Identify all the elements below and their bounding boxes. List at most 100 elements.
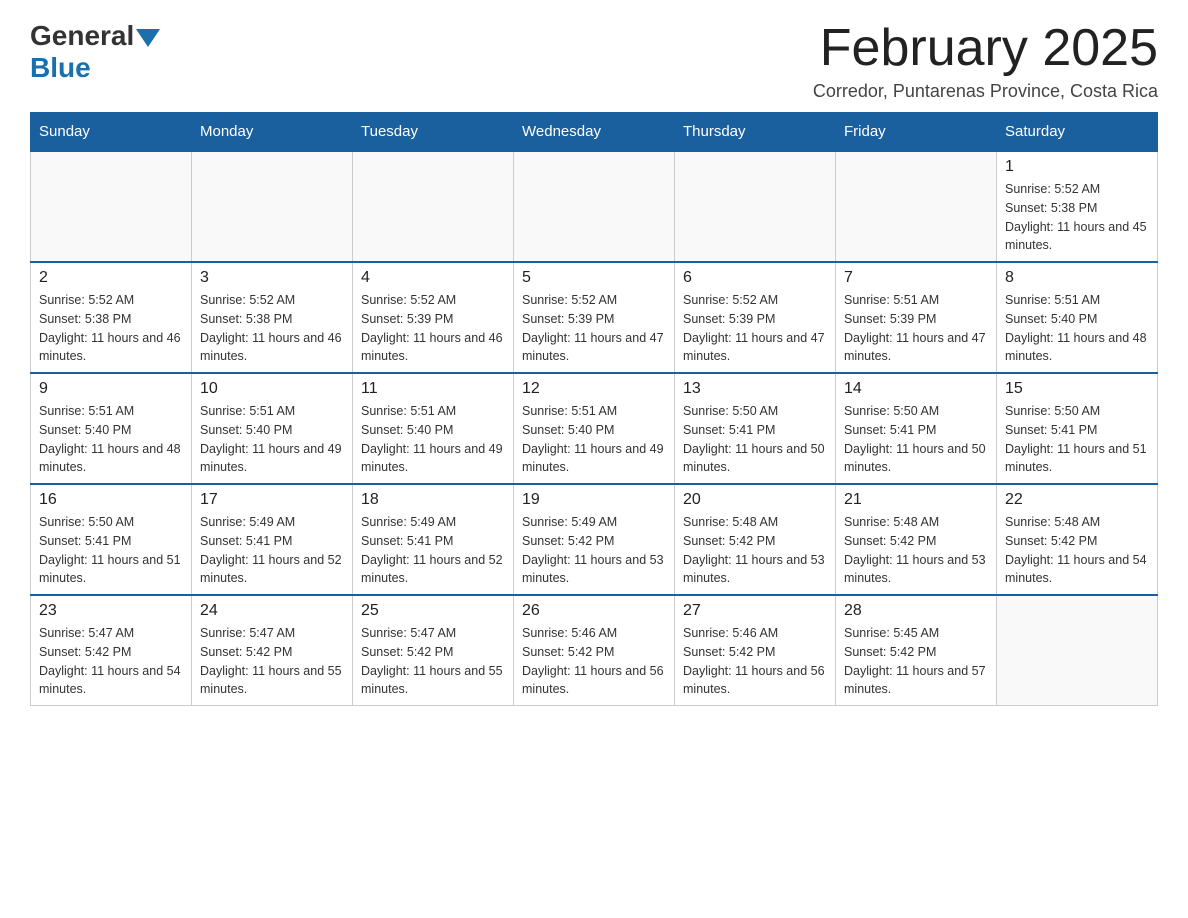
day-number: 2	[39, 269, 183, 287]
calendar-cell: 10Sunrise: 5:51 AM Sunset: 5:40 PM Dayli…	[192, 373, 353, 484]
logo-area: General Blue	[30, 20, 160, 84]
day-info: Sunrise: 5:52 AM Sunset: 5:39 PM Dayligh…	[683, 291, 827, 366]
day-info: Sunrise: 5:52 AM Sunset: 5:38 PM Dayligh…	[1005, 180, 1149, 255]
logo-blue-text: Blue	[30, 52, 91, 84]
day-info: Sunrise: 5:49 AM Sunset: 5:41 PM Dayligh…	[200, 513, 344, 588]
day-info: Sunrise: 5:47 AM Sunset: 5:42 PM Dayligh…	[361, 624, 505, 699]
day-number: 24	[200, 602, 344, 620]
day-info: Sunrise: 5:51 AM Sunset: 5:40 PM Dayligh…	[361, 402, 505, 477]
day-number: 4	[361, 269, 505, 287]
calendar-cell: 19Sunrise: 5:49 AM Sunset: 5:42 PM Dayli…	[514, 484, 675, 595]
day-number: 5	[522, 269, 666, 287]
day-info: Sunrise: 5:48 AM Sunset: 5:42 PM Dayligh…	[683, 513, 827, 588]
day-number: 23	[39, 602, 183, 620]
day-of-week-header: Sunday	[31, 113, 192, 152]
days-of-week-row: SundayMondayTuesdayWednesdayThursdayFrid…	[31, 113, 1158, 152]
calendar-subtitle: Corredor, Puntarenas Province, Costa Ric…	[813, 81, 1158, 102]
calendar-cell: 6 Sunrise: 5:52 AM Sunset: 5:39 PM Daylig…	[675, 262, 836, 373]
calendar-cell: 4 Sunrise: 5:52 AM Sunset: 5:39 PM Daylig…	[353, 262, 514, 373]
day-number: 13	[683, 380, 827, 398]
day-info: Sunrise: 5:45 AM Sunset: 5:42 PM Dayligh…	[844, 624, 988, 699]
day-info: Sunrise: 5:52 AM Sunset: 5:39 PM Dayligh…	[522, 291, 666, 366]
calendar-cell: 18Sunrise: 5:49 AM Sunset: 5:41 PM Dayli…	[353, 484, 514, 595]
day-number: 22	[1005, 491, 1149, 509]
calendar-cell: 13 Sunrise: 5:50 AM Sunset: 5:41 PM Dayli…	[675, 373, 836, 484]
calendar-cell: 8Sunrise: 5:51 AM Sunset: 5:40 PM Daylig…	[997, 262, 1158, 373]
day-number: 9	[39, 380, 183, 398]
calendar-week-row: 2 Sunrise: 5:52 AM Sunset: 5:38 PM Daylig…	[31, 262, 1158, 373]
day-info: Sunrise: 5:48 AM Sunset: 5:42 PM Dayligh…	[1005, 513, 1149, 588]
day-number: 10	[200, 380, 344, 398]
calendar-cell: 11 Sunrise: 5:51 AM Sunset: 5:40 PM Dayli…	[353, 373, 514, 484]
day-info: Sunrise: 5:51 AM Sunset: 5:40 PM Dayligh…	[39, 402, 183, 477]
day-info: Sunrise: 5:50 AM Sunset: 5:41 PM Dayligh…	[1005, 402, 1149, 477]
day-number: 11	[361, 380, 505, 398]
day-number: 14	[844, 380, 988, 398]
title-area: February 2025 Corredor, Puntarenas Provi…	[813, 20, 1158, 102]
day-number: 26	[522, 602, 666, 620]
day-info: Sunrise: 5:51 AM Sunset: 5:39 PM Dayligh…	[844, 291, 988, 366]
calendar-cell: 16Sunrise: 5:50 AM Sunset: 5:41 PM Dayli…	[31, 484, 192, 595]
calendar-cell	[192, 151, 353, 262]
calendar-table: SundayMondayTuesdayWednesdayThursdayFrid…	[30, 112, 1158, 706]
calendar-cell: 26 Sunrise: 5:46 AM Sunset: 5:42 PM Dayli…	[514, 595, 675, 706]
calendar-title: February 2025	[813, 20, 1158, 77]
day-info: Sunrise: 5:47 AM Sunset: 5:42 PM Dayligh…	[200, 624, 344, 699]
day-number: 25	[361, 602, 505, 620]
day-info: Sunrise: 5:48 AM Sunset: 5:42 PM Dayligh…	[844, 513, 988, 588]
logo: General	[30, 20, 160, 52]
calendar-week-row: 16Sunrise: 5:50 AM Sunset: 5:41 PM Dayli…	[31, 484, 1158, 595]
calendar-cell: 28 Sunrise: 5:45 AM Sunset: 5:42 PM Dayli…	[836, 595, 997, 706]
day-number: 17	[200, 491, 344, 509]
calendar-cell	[353, 151, 514, 262]
calendar-cell: 22 Sunrise: 5:48 AM Sunset: 5:42 PM Dayli…	[997, 484, 1158, 595]
day-of-week-header: Monday	[192, 113, 353, 152]
day-info: Sunrise: 5:51 AM Sunset: 5:40 PM Dayligh…	[1005, 291, 1149, 366]
calendar-cell	[31, 151, 192, 262]
day-number: 1	[1005, 158, 1149, 176]
calendar-cell	[514, 151, 675, 262]
day-of-week-header: Wednesday	[514, 113, 675, 152]
calendar-cell: 9 Sunrise: 5:51 AM Sunset: 5:40 PM Daylig…	[31, 373, 192, 484]
calendar-week-row: 1 Sunrise: 5:52 AM Sunset: 5:38 PM Daylig…	[31, 151, 1158, 262]
day-number: 15	[1005, 380, 1149, 398]
calendar-cell: 17 Sunrise: 5:49 AM Sunset: 5:41 PM Dayli…	[192, 484, 353, 595]
calendar-cell: 20 Sunrise: 5:48 AM Sunset: 5:42 PM Dayli…	[675, 484, 836, 595]
day-number: 7	[844, 269, 988, 287]
day-info: Sunrise: 5:50 AM Sunset: 5:41 PM Dayligh…	[683, 402, 827, 477]
day-info: Sunrise: 5:52 AM Sunset: 5:38 PM Dayligh…	[200, 291, 344, 366]
day-info: Sunrise: 5:50 AM Sunset: 5:41 PM Dayligh…	[844, 402, 988, 477]
calendar-cell: 14 Sunrise: 5:50 AM Sunset: 5:41 PM Dayli…	[836, 373, 997, 484]
header: General Blue February 2025 Corredor, Pun…	[30, 20, 1158, 102]
calendar-cell: 1 Sunrise: 5:52 AM Sunset: 5:38 PM Daylig…	[997, 151, 1158, 262]
calendar-cell: 21 Sunrise: 5:48 AM Sunset: 5:42 PM Dayli…	[836, 484, 997, 595]
day-info: Sunrise: 5:47 AM Sunset: 5:42 PM Dayligh…	[39, 624, 183, 699]
calendar-cell: 23 Sunrise: 5:47 AM Sunset: 5:42 PM Dayli…	[31, 595, 192, 706]
day-number: 28	[844, 602, 988, 620]
calendar-cell: 5 Sunrise: 5:52 AM Sunset: 5:39 PM Daylig…	[514, 262, 675, 373]
day-info: Sunrise: 5:46 AM Sunset: 5:42 PM Dayligh…	[683, 624, 827, 699]
day-number: 20	[683, 491, 827, 509]
day-info: Sunrise: 5:49 AM Sunset: 5:42 PM Dayligh…	[522, 513, 666, 588]
day-info: Sunrise: 5:51 AM Sunset: 5:40 PM Dayligh…	[522, 402, 666, 477]
calendar-cell: 12Sunrise: 5:51 AM Sunset: 5:40 PM Dayli…	[514, 373, 675, 484]
logo-general-text: General	[30, 20, 134, 52]
calendar-header: SundayMondayTuesdayWednesdayThursdayFrid…	[31, 113, 1158, 152]
calendar-cell: 27 Sunrise: 5:46 AM Sunset: 5:42 PM Dayli…	[675, 595, 836, 706]
day-info: Sunrise: 5:46 AM Sunset: 5:42 PM Dayligh…	[522, 624, 666, 699]
day-info: Sunrise: 5:52 AM Sunset: 5:39 PM Dayligh…	[361, 291, 505, 366]
day-number: 27	[683, 602, 827, 620]
calendar-cell	[836, 151, 997, 262]
calendar-cell	[675, 151, 836, 262]
calendar-cell: 7 Sunrise: 5:51 AM Sunset: 5:39 PM Daylig…	[836, 262, 997, 373]
day-info: Sunrise: 5:50 AM Sunset: 5:41 PM Dayligh…	[39, 513, 183, 588]
calendar-cell: 25 Sunrise: 5:47 AM Sunset: 5:42 PM Dayli…	[353, 595, 514, 706]
calendar-cell	[997, 595, 1158, 706]
day-number: 6	[683, 269, 827, 287]
day-number: 3	[200, 269, 344, 287]
logo-triangle-icon	[136, 29, 160, 47]
day-of-week-header: Friday	[836, 113, 997, 152]
day-number: 21	[844, 491, 988, 509]
day-info: Sunrise: 5:49 AM Sunset: 5:41 PM Dayligh…	[361, 513, 505, 588]
calendar-week-row: 9 Sunrise: 5:51 AM Sunset: 5:40 PM Daylig…	[31, 373, 1158, 484]
